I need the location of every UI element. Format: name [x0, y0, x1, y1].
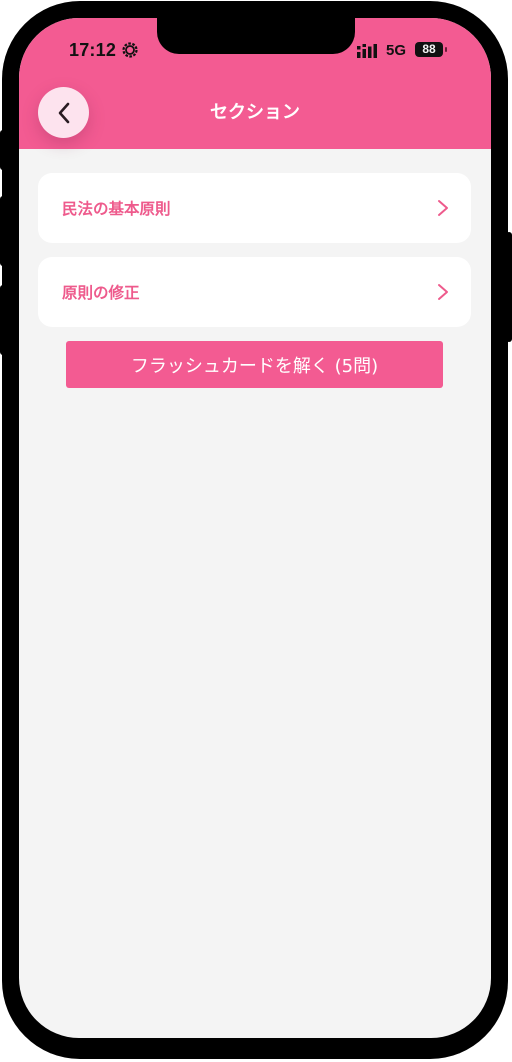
status-time: 17:12 — [69, 40, 117, 60]
page-title: セクション — [210, 102, 300, 123]
chevron-right-icon — [438, 284, 448, 300]
side-button-right — [506, 232, 512, 342]
battery-icon: 88 — [415, 42, 443, 57]
section-item-label: 民法の基本原則 — [62, 200, 171, 218]
section-item[interactable]: 民法の基本原則 — [38, 173, 471, 243]
network-type: 5G — [386, 42, 407, 59]
device-notch — [157, 18, 355, 54]
solve-flashcards-button[interactable]: フラッシュカードを解く (5問) — [66, 341, 443, 388]
chevron-left-icon — [58, 102, 69, 123]
side-button-left-3 — [0, 285, 6, 355]
side-button-left-1 — [0, 130, 6, 170]
app-header: 17:12 5G 88 セクション — [19, 18, 491, 149]
side-button-left-2 — [0, 196, 6, 266]
back-button[interactable] — [38, 87, 89, 138]
section-item-label: 原則の修正 — [62, 284, 140, 302]
chevron-right-icon — [438, 200, 448, 216]
battery-tip — [445, 47, 447, 52]
signal-icon — [357, 44, 377, 58]
gear-icon — [122, 42, 138, 58]
section-item[interactable]: 原則の修正 — [38, 257, 471, 327]
app-screen: 17:12 5G 88 セクション 民法の基本原則 原則の修正 フラッシュカード… — [19, 18, 491, 1038]
